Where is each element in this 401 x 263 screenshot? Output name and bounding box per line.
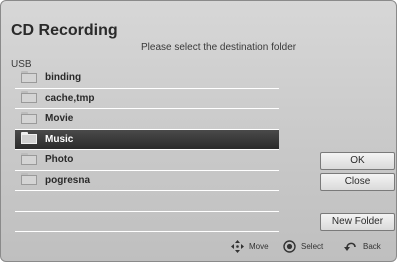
hint-move: Move: [231, 240, 269, 253]
folder-name: pogresna: [45, 174, 91, 186]
folder-item-pogresna[interactable]: pogresna: [15, 171, 279, 191]
folder-name: Music: [45, 133, 74, 145]
folder-icon: [21, 91, 37, 104]
hint-back: Back: [344, 240, 381, 252]
folder-icon: [21, 173, 37, 186]
folder-item-binding[interactable]: binding: [15, 68, 279, 89]
hint-select: Select: [283, 240, 323, 253]
dialog-instruction: Please select the destination folder: [141, 42, 297, 53]
empty-row: [15, 191, 279, 212]
folder-item-cache-tmp[interactable]: cache,tmp: [15, 89, 279, 109]
arrow-cross-icon: [231, 240, 244, 253]
dialog-title: CD Recording: [11, 22, 118, 39]
return-arrow-icon: [344, 242, 356, 251]
folder-item-music[interactable]: Music: [15, 129, 279, 150]
folder-icon: [21, 111, 37, 124]
enter-button-icon: [283, 240, 296, 253]
folder-item-movie[interactable]: Movie: [15, 109, 279, 130]
folder-list: binding cache,tmp Movie Music Photo pogr…: [15, 68, 279, 234]
hint-select-label: Select: [301, 242, 324, 251]
folder-name: cache,tmp: [45, 92, 95, 104]
folder-icon: [21, 132, 37, 145]
ok-button[interactable]: OK: [320, 152, 395, 170]
folder-item-photo[interactable]: Photo: [15, 150, 279, 171]
cd-recording-dialog: CD Recording Please select the destinati…: [0, 0, 397, 262]
folder-name: Movie: [45, 113, 74, 125]
folder-name: Photo: [45, 154, 74, 166]
empty-row: [15, 212, 279, 232]
new-folder-button[interactable]: New Folder: [320, 213, 395, 231]
hint-back-label: Back: [363, 241, 381, 251]
hint-move-label: Move: [249, 242, 269, 251]
folder-name: binding: [45, 72, 82, 84]
folder-icon: [21, 70, 37, 83]
folder-icon: [21, 152, 37, 165]
close-button[interactable]: Close: [320, 173, 395, 191]
